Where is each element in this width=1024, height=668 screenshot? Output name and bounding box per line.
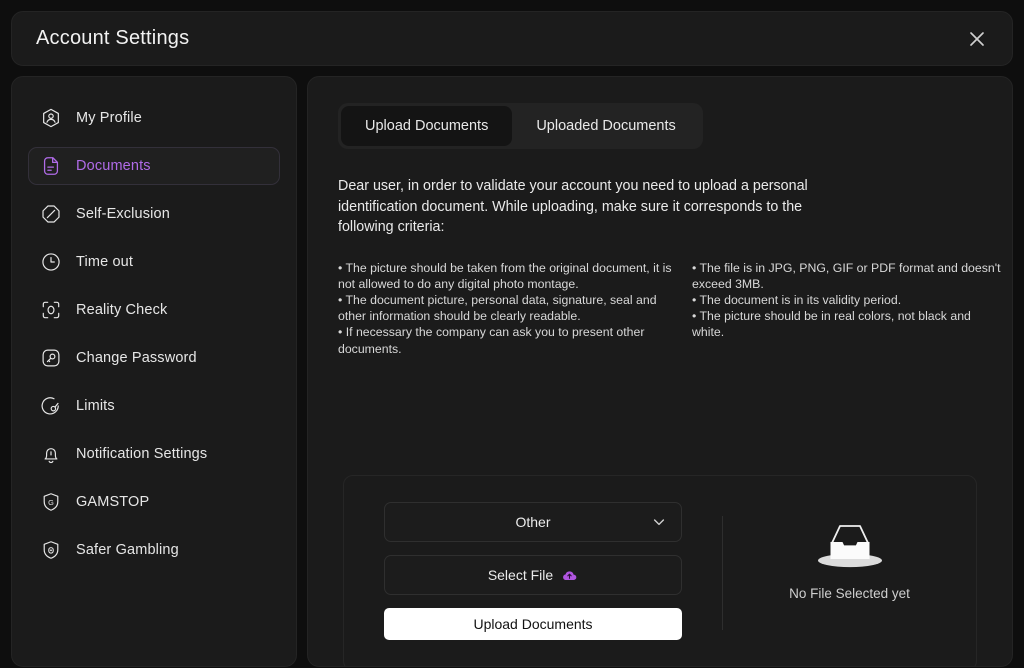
bell-icon bbox=[40, 443, 62, 465]
modal-header: Account Settings bbox=[11, 11, 1013, 66]
upload-card: Other Select File bbox=[343, 475, 977, 667]
svg-text:G: G bbox=[48, 498, 54, 507]
document-icon bbox=[40, 155, 62, 177]
key-icon bbox=[40, 347, 62, 369]
upload-form: Other Select File bbox=[344, 476, 722, 667]
sidebar-item-change-password[interactable]: Change Password bbox=[28, 339, 280, 377]
cloud-upload-icon bbox=[561, 567, 578, 584]
scan-focus-icon bbox=[40, 299, 62, 321]
modal-body: My Profile Documents bbox=[11, 76, 1013, 667]
shield-lock-icon bbox=[40, 539, 62, 561]
upload-preview: No File Selected yet bbox=[723, 476, 976, 667]
page-title: Account Settings bbox=[36, 27, 189, 50]
criteria-item: • The file is in JPG, PNG, GIF or PDF fo… bbox=[692, 260, 1002, 292]
no-entry-icon bbox=[40, 203, 62, 225]
sidebar-item-label: My Profile bbox=[76, 110, 142, 126]
sidebar-item-gamstop[interactable]: G GAMSTOP bbox=[28, 483, 280, 521]
chevron-down-icon bbox=[651, 514, 667, 530]
sidebar-item-label: Self-Exclusion bbox=[76, 206, 170, 222]
shield-g-icon: G bbox=[40, 491, 62, 513]
sidebar-item-label: Reality Check bbox=[76, 302, 167, 318]
content-panel: Upload Documents Uploaded Documents Dear… bbox=[307, 76, 1013, 667]
intro-text: Dear user, in order to validate your acc… bbox=[338, 176, 858, 238]
sidebar-item-label: Documents bbox=[76, 158, 151, 174]
criteria-list: • The picture should be taken from the o… bbox=[338, 260, 982, 357]
empty-tray-icon bbox=[812, 517, 888, 574]
sidebar-item-notification-settings[interactable]: Notification Settings bbox=[28, 435, 280, 473]
criteria-item: • The document is in its validity period… bbox=[692, 292, 1002, 308]
sidebar-item-label: Change Password bbox=[76, 350, 197, 366]
sidebar-item-label: Time out bbox=[76, 254, 133, 270]
criteria-item: • If necessary the company can ask you t… bbox=[338, 324, 674, 356]
tab-uploaded-documents[interactable]: Uploaded Documents bbox=[512, 106, 699, 146]
user-hexagon-icon bbox=[40, 107, 62, 129]
criteria-item: • The document picture, personal data, s… bbox=[338, 292, 674, 324]
sidebar-item-label: Notification Settings bbox=[76, 446, 207, 462]
sidebar-item-time-out[interactable]: Time out bbox=[28, 243, 280, 281]
document-type-select[interactable]: Other bbox=[384, 502, 682, 542]
empty-state-caption: No File Selected yet bbox=[789, 586, 910, 601]
sidebar-item-label: GAMSTOP bbox=[76, 494, 149, 510]
criteria-column-right: • The file is in JPG, PNG, GIF or PDF fo… bbox=[692, 260, 1002, 357]
criteria-column-left: • The picture should be taken from the o… bbox=[338, 260, 674, 357]
tab-group: Upload Documents Uploaded Documents bbox=[338, 103, 703, 149]
select-file-label: Select File bbox=[488, 567, 553, 583]
sidebar: My Profile Documents bbox=[11, 76, 297, 667]
sidebar-item-my-profile[interactable]: My Profile bbox=[28, 99, 280, 137]
sidebar-item-self-exclusion[interactable]: Self-Exclusion bbox=[28, 195, 280, 233]
account-settings-modal: Account Settings My Profile bbox=[0, 0, 1024, 668]
tab-upload-documents[interactable]: Upload Documents bbox=[341, 106, 512, 146]
clock-icon bbox=[40, 251, 62, 273]
limits-gauge-icon bbox=[40, 395, 62, 417]
criteria-item: • The picture should be taken from the o… bbox=[338, 260, 674, 292]
criteria-item: • The picture should be in real colors, … bbox=[692, 308, 1002, 340]
upload-documents-button[interactable]: Upload Documents bbox=[384, 608, 682, 640]
sidebar-item-reality-check[interactable]: Reality Check bbox=[28, 291, 280, 329]
select-file-button[interactable]: Select File bbox=[384, 555, 682, 595]
document-type-value: Other bbox=[515, 514, 550, 530]
sidebar-item-label: Limits bbox=[76, 398, 115, 414]
close-icon[interactable] bbox=[962, 24, 992, 54]
sidebar-item-safer-gambling[interactable]: Safer Gambling bbox=[28, 531, 280, 569]
sidebar-item-limits[interactable]: Limits bbox=[28, 387, 280, 425]
sidebar-item-label: Safer Gambling bbox=[76, 542, 179, 558]
sidebar-item-documents[interactable]: Documents bbox=[28, 147, 280, 185]
